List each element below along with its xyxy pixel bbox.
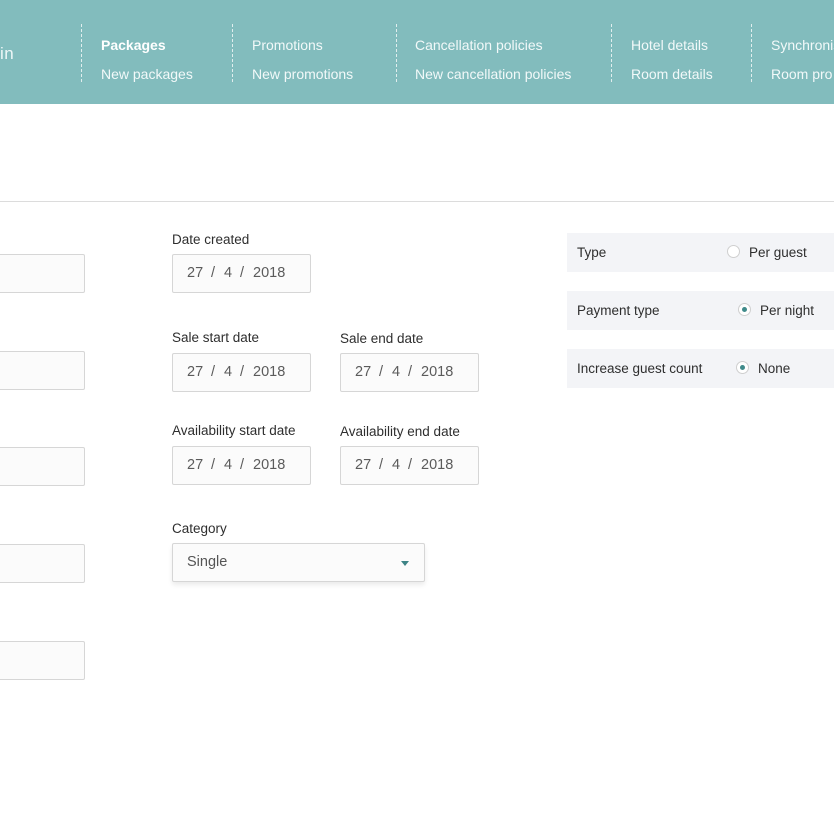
- availability-end-date-label: Availability end date: [340, 424, 460, 439]
- brand-name[interactable]: in: [0, 44, 14, 64]
- date-separator: /: [240, 265, 245, 281]
- date-year: 2018: [421, 364, 454, 380]
- top-navigation-bar: in Packages New packages Promotions New …: [0, 0, 834, 104]
- nav-promotions-link[interactable]: Promotions: [252, 31, 353, 60]
- nav-group-promotions: Promotions New promotions: [252, 31, 353, 89]
- availability-start-date-label: Availability start date: [172, 423, 296, 438]
- none-option-label[interactable]: None: [758, 361, 790, 376]
- caret-down-icon: [401, 561, 409, 566]
- nav-group-packages: Packages New packages: [101, 31, 193, 89]
- nav-divider: [396, 24, 397, 82]
- date-separator: /: [408, 457, 413, 473]
- per-night-radio-icon[interactable]: [738, 303, 751, 316]
- date-month: 4: [392, 457, 401, 473]
- nav-new-packages-link[interactable]: New packages: [101, 60, 193, 89]
- sale-start-date-input[interactable]: 27 / 4 / 2018: [172, 353, 311, 392]
- date-separator: /: [379, 364, 384, 380]
- payment-type-label: Payment type: [577, 303, 660, 318]
- per-night-option-label[interactable]: Per night: [760, 303, 814, 318]
- date-month: 4: [224, 265, 233, 281]
- type-option-row: Type Per guest: [567, 233, 834, 272]
- nav-hotel-details-link[interactable]: Hotel details: [631, 31, 713, 60]
- availability-end-date-input[interactable]: 27 / 4 / 2018: [340, 446, 479, 485]
- date-year: 2018: [253, 364, 286, 380]
- nav-divider: [232, 24, 233, 82]
- nav-group-hotel: Hotel details Room details: [631, 31, 713, 89]
- date-month: 4: [224, 364, 233, 380]
- category-value: Single: [187, 554, 228, 570]
- per-guest-radio-icon[interactable]: [727, 245, 740, 258]
- date-separator: /: [379, 457, 384, 473]
- nav-group-cancellation: Cancellation policies New cancellation p…: [415, 31, 571, 89]
- text-input[interactable]: [0, 351, 85, 390]
- date-separator: /: [408, 364, 413, 380]
- text-input[interactable]: [0, 544, 85, 583]
- date-day: 27: [187, 265, 204, 281]
- sale-end-date-label: Sale end date: [340, 331, 424, 346]
- nav-divider: [751, 24, 752, 82]
- date-separator: /: [211, 265, 216, 281]
- nav-divider: [81, 24, 82, 82]
- availability-start-date-input[interactable]: 27 / 4 / 2018: [172, 446, 311, 485]
- sale-end-date-input[interactable]: 27 / 4 / 2018: [340, 353, 479, 392]
- increase-guest-count-option-row: Increase guest count None: [567, 349, 834, 388]
- text-input[interactable]: [0, 641, 85, 680]
- none-radio-icon[interactable]: [736, 361, 749, 374]
- nav-synchronisation-link[interactable]: Synchronis: [771, 31, 834, 60]
- nav-new-cancellation-policies-link[interactable]: New cancellation policies: [415, 60, 571, 89]
- section-divider: [0, 201, 834, 202]
- category-select[interactable]: Single: [172, 543, 425, 582]
- nav-divider: [611, 24, 612, 82]
- nav-new-promotions-link[interactable]: New promotions: [252, 60, 353, 89]
- category-label: Category: [172, 521, 227, 536]
- nav-group-synchronisation: Synchronis Room pro: [771, 31, 834, 89]
- date-year: 2018: [253, 457, 286, 473]
- increase-guest-count-label: Increase guest count: [577, 361, 703, 376]
- sale-start-date-label: Sale start date: [172, 330, 260, 345]
- date-year: 2018: [253, 265, 286, 281]
- date-year: 2018: [421, 457, 454, 473]
- date-day: 27: [187, 364, 204, 380]
- date-day: 27: [355, 457, 372, 473]
- date-separator: /: [211, 364, 216, 380]
- text-input[interactable]: [0, 254, 85, 293]
- type-label: Type: [577, 245, 607, 260]
- date-month: 4: [224, 457, 233, 473]
- nav-room-pro-link[interactable]: Room pro: [771, 60, 834, 89]
- payment-type-option-row: Payment type Per night: [567, 291, 834, 330]
- nav-packages-link[interactable]: Packages: [101, 31, 193, 60]
- date-separator: /: [211, 457, 216, 473]
- nav-room-details-link[interactable]: Room details: [631, 60, 713, 89]
- per-guest-option-label[interactable]: Per guest: [749, 245, 807, 260]
- date-day: 27: [355, 364, 372, 380]
- date-separator: /: [240, 457, 245, 473]
- date-created-input[interactable]: 27 / 4 / 2018: [172, 254, 311, 293]
- nav-cancellation-policies-link[interactable]: Cancellation policies: [415, 31, 571, 60]
- date-separator: /: [240, 364, 245, 380]
- text-input[interactable]: [0, 447, 85, 486]
- date-month: 4: [392, 364, 401, 380]
- date-created-label: Date created: [172, 232, 250, 247]
- date-day: 27: [187, 457, 204, 473]
